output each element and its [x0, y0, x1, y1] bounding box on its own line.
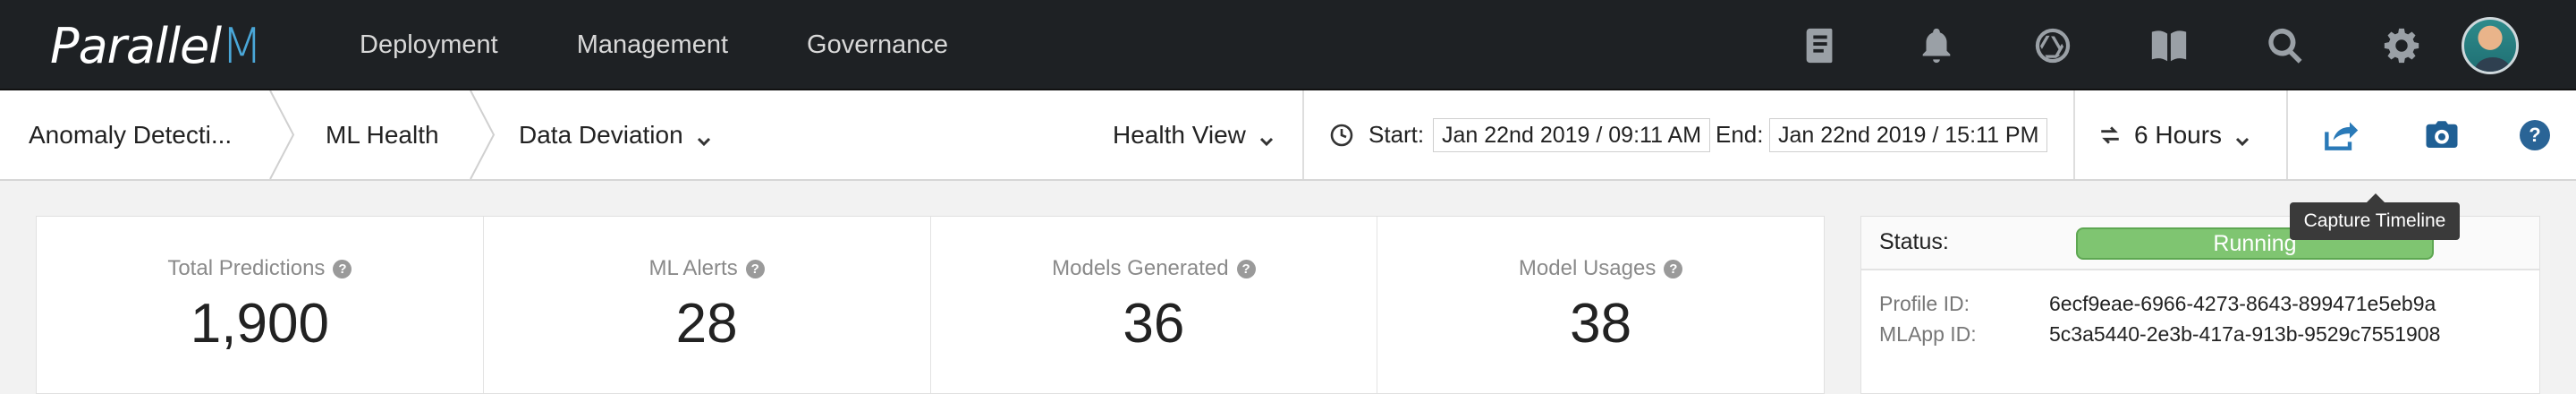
map-book-icon[interactable]	[2111, 0, 2227, 90]
stat-label-row: Model Usages ?	[1518, 256, 1683, 281]
stat-label-row: Models Generated ?	[1052, 256, 1256, 281]
status-label: Status:	[1879, 229, 1949, 254]
time-range-dropdown[interactable]: 6 Hours	[2098, 90, 2250, 179]
nav-management[interactable]: Management	[577, 30, 728, 60]
stat-label-row: ML Alerts ?	[649, 256, 765, 281]
toolbar-divider	[2286, 90, 2288, 179]
main-nav: Deployment Management Governance	[360, 0, 1027, 90]
stat-label: Models Generated	[1052, 256, 1229, 280]
help-icon[interactable]: ?	[333, 259, 352, 278]
time-range-label: 6 Hours	[2134, 120, 2223, 149]
chevron-down-icon	[1258, 127, 1275, 146]
status-panel: Status: Running Profile ID: 6ecf9eae-696…	[1860, 216, 2540, 394]
start-time-input[interactable]: Jan 22nd 2019 / 09:11 AM	[1433, 118, 1711, 152]
stat-value: 38	[1570, 293, 1632, 355]
profile-id-label: Profile ID:	[1879, 292, 1970, 315]
camera-icon	[2423, 116, 2461, 154]
stat-total-predictions: Total Predictions ? 1,900	[37, 217, 484, 393]
toolbar-divider	[1302, 90, 1304, 179]
breadcrumb-separator	[268, 90, 295, 180]
toolbar-divider	[2073, 90, 2075, 179]
breadcrumb-label: Data Deviation	[519, 120, 683, 149]
stat-model-usages: Model Usages ? 38	[1377, 217, 1824, 393]
stat-value: 36	[1123, 293, 1185, 355]
breadcrumb-ml-health[interactable]: ML Health	[326, 90, 439, 179]
breadcrumb-anomaly-detection[interactable]: Anomaly Detecti...	[29, 90, 232, 179]
share-button[interactable]	[2313, 90, 2367, 179]
search-icon[interactable]	[2227, 0, 2343, 90]
nav-governance[interactable]: Governance	[807, 30, 948, 60]
nav-icon-group	[1762, 0, 2576, 90]
help-icon: ?	[2520, 119, 2550, 150]
breadcrumb-separator	[469, 90, 496, 180]
view-selector-dropdown[interactable]: Health View	[1113, 90, 1275, 179]
help-button[interactable]: ?	[2517, 90, 2553, 179]
profile-id-value: 6ecf9eae-6966-4273-8643-899471e5eb9a	[2049, 292, 2436, 315]
help-icon[interactable]: ?	[1664, 259, 1683, 278]
breadcrumb-label: ML Health	[326, 120, 439, 149]
nav-deployment[interactable]: Deployment	[360, 30, 498, 60]
logo-text: Parallel	[50, 17, 222, 74]
breadcrumb-label: Anomaly Detecti...	[29, 120, 233, 149]
top-navbar: Parallel M Deployment Management Governan…	[0, 0, 2576, 90]
stat-models-generated: Models Generated ? 36	[931, 217, 1378, 393]
chevron-down-icon	[696, 127, 712, 146]
bell-icon[interactable]	[1878, 0, 1995, 90]
mlapp-id-label: MLApp ID:	[1879, 322, 1977, 346]
capture-timeline-tooltip: Capture Timeline	[2290, 193, 2460, 240]
help-icon[interactable]: ?	[1236, 259, 1256, 278]
stat-label-row: Total Predictions ?	[167, 256, 352, 281]
user-menu[interactable]	[2460, 0, 2576, 90]
chevron-down-icon	[2234, 127, 2250, 146]
help-icon[interactable]: ?	[745, 259, 765, 278]
view-selector-label: Health View	[1113, 120, 1246, 149]
avatar	[2462, 16, 2519, 74]
start-label: Start:	[1368, 121, 1425, 148]
end-label: End:	[1716, 121, 1764, 148]
stat-label: ML Alerts	[648, 256, 738, 280]
stat-value: 28	[675, 293, 738, 355]
stat-label: Model Usages	[1518, 256, 1657, 280]
aperture-icon[interactable]	[1995, 0, 2111, 90]
breadcrumb-data-deviation-dropdown[interactable]: Data Deviation	[519, 90, 712, 179]
stat-ml-alerts: ML Alerts ? 28	[484, 217, 931, 393]
app-logo[interactable]: Parallel M	[50, 17, 263, 74]
capture-timeline-button[interactable]	[2415, 90, 2469, 179]
share-icon	[2320, 116, 2360, 155]
logo-accent: M	[221, 17, 263, 74]
swap-arrows-icon	[2098, 124, 2122, 147]
context-toolbar: Anomaly Detecti... ML Health Data Deviat…	[0, 90, 2576, 181]
book-icon[interactable]	[1762, 0, 1878, 90]
mlapp-id-value: 5c3a5440-2e3b-417a-913b-9529c7551908	[2049, 322, 2441, 346]
stat-value: 1,900	[190, 293, 329, 355]
stat-label: Total Predictions	[167, 256, 326, 280]
gear-icon[interactable]	[2343, 0, 2460, 90]
clock-icon	[1329, 90, 1354, 179]
stats-panel: Total Predictions ? 1,900 ML Alerts ? 28…	[36, 216, 1825, 394]
end-time-input[interactable]: Jan 22nd 2019 / 15:11 PM	[1769, 118, 2048, 152]
